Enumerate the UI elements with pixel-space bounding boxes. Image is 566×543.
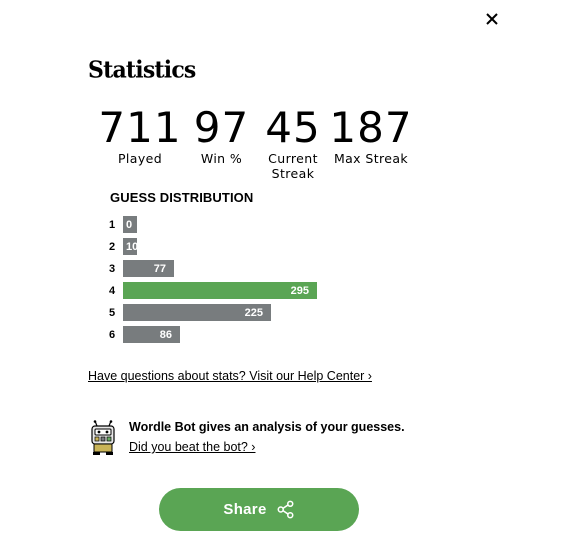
share-icon: [277, 500, 294, 519]
guess-number: 4: [109, 284, 116, 297]
guess-distribution-heading: GUESS DISTRIBUTION: [110, 190, 254, 205]
stat-max-streak: 187 Max Streak: [328, 104, 414, 181]
guess-number: 6: [109, 328, 116, 341]
wordle-bot-icon: [91, 420, 115, 455]
wordle-bot-description: Wordle Bot gives an analysis of your gue…: [129, 420, 405, 434]
dialog-title: Statistics: [88, 56, 196, 85]
stat-label: Win %: [200, 151, 243, 166]
stat-value: 711: [98, 103, 182, 152]
distribution-bar: 10: [123, 238, 138, 255]
distribution-bar: 77: [123, 260, 174, 277]
stat-value: 45: [265, 103, 321, 152]
guess-number: 1: [109, 218, 116, 231]
guess-number: 2: [109, 240, 116, 253]
distribution-bar: 0: [123, 216, 137, 233]
stat-value: 97: [193, 103, 250, 152]
distribution-bar: 86: [123, 326, 180, 343]
stat-label: Current Streak: [268, 151, 318, 181]
distribution-row: 4 295: [108, 282, 317, 299]
stat-played: 711 Played: [95, 104, 185, 181]
distribution-row: 2 10: [108, 238, 317, 255]
wordle-bot-link[interactable]: Did you beat the bot? ›: [129, 440, 255, 454]
distribution-row: 3 77: [108, 260, 317, 277]
guess-distribution-chart: 1 0 2 10 3 77 4 295 5 225 6 86: [108, 216, 317, 348]
stats-row: 711 Played 97 Win % 45 Current Streak 18…: [95, 103, 414, 182]
close-button[interactable]: [480, 7, 504, 31]
stat-label: Max Streak: [333, 151, 409, 166]
help-center-link[interactable]: Have questions about stats? Visit our He…: [88, 369, 372, 383]
distribution-row: 1 0: [108, 216, 317, 233]
distribution-row: 6 86: [108, 326, 317, 343]
stat-win-percent: 97 Win %: [185, 104, 258, 181]
guess-number: 3: [109, 262, 116, 275]
guess-number: 5: [109, 306, 116, 319]
stat-label: Played: [117, 151, 163, 166]
distribution-bar: 295: [123, 282, 317, 299]
stat-current-streak: 45 Current Streak: [258, 103, 328, 182]
distribution-bar: 225: [123, 304, 271, 321]
share-label: Share: [223, 501, 267, 518]
share-button[interactable]: Share: [159, 488, 359, 531]
close-icon[interactable]: [480, 7, 504, 31]
distribution-row: 5 225: [108, 304, 317, 321]
stat-value: 187: [329, 103, 413, 152]
